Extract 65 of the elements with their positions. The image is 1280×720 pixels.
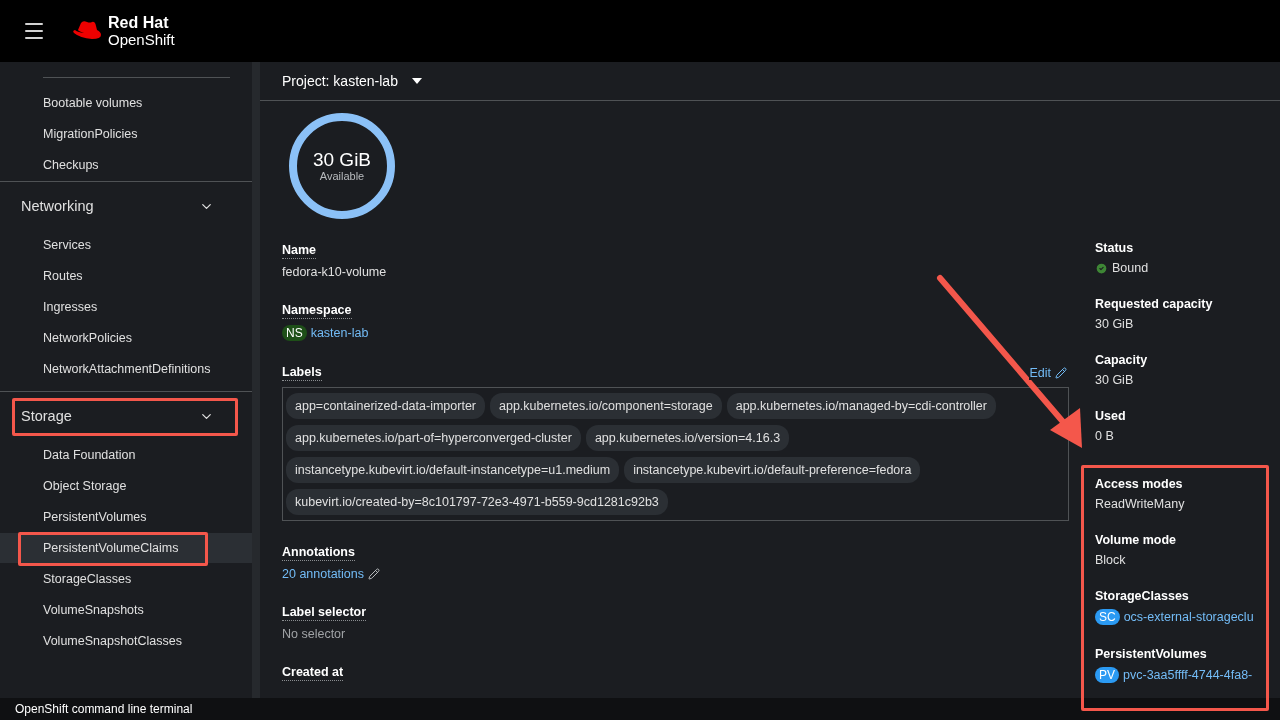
detail-label: Annotations (282, 545, 355, 561)
nav-item[interactable]: MigrationPolicies (0, 119, 252, 149)
label-chip: instancetype.kubevirt.io/default-preference=fedora (624, 457, 921, 483)
edit-link[interactable]: Edit (1029, 366, 1067, 380)
detail-label: Volume mode (1095, 533, 1177, 547)
detail-label: PersistentVolumes (1095, 647, 1207, 661)
caret-icon (411, 78, 422, 84)
detail-value: ReadWriteMany (1095, 497, 1186, 511)
project-selector[interactable]: Project: kasten-lab (282, 73, 422, 89)
hat-logo (72, 20, 102, 42)
nav-item[interactable]: Bootable volumes (0, 88, 252, 118)
detail-label: Name (282, 243, 317, 259)
detail-label: Access modes (1095, 477, 1183, 491)
resource-badge: PV (1095, 667, 1119, 683)
pencil-icon[interactable] (368, 568, 380, 580)
gauge-caption: Available (319, 170, 365, 182)
detail-label: Created at (282, 665, 344, 681)
check-circle-icon (1095, 261, 1108, 275)
detail-value: fedora-k10-volume (282, 265, 388, 279)
label-chip: app.kubernetes.io/version=4.16.3 (585, 425, 790, 451)
nav-item[interactable]: PersistentVolumeClaims (0, 533, 252, 563)
label-chip: app.kubernetes.io/managed-by=cdi-controller (726, 393, 996, 419)
nav-item[interactable]: StorageClasses (0, 564, 252, 594)
resource-badge: NS (282, 325, 307, 341)
nav-item[interactable]: Ingresses (0, 292, 252, 322)
nav-item[interactable]: PersistentVolumes (0, 502, 252, 532)
nav-item[interactable]: Data Foundation (0, 440, 252, 470)
detail-value: 30 GiB (1095, 373, 1135, 387)
resource-link[interactable]: ocs-external-storageclu (1123, 610, 1254, 624)
status-value: Bound (1112, 261, 1149, 275)
detail-label: Labels (282, 365, 322, 381)
nav-item[interactable]: VolumeSnapshotClasses (0, 626, 252, 656)
detail-label: Label selector (282, 605, 367, 621)
nav-item[interactable]: VolumeSnapshots (0, 595, 252, 625)
detail-label: StorageClasses (1095, 589, 1189, 603)
detail-value: No selector (282, 627, 347, 641)
label-chip: app=containerized-data-importer (286, 393, 485, 419)
detail-label: Used (1095, 409, 1126, 423)
annotations-link[interactable]: 20 annotations (282, 567, 364, 581)
label-chip: instancetype.kubevirt.io/default-instancetype=u1.medium (286, 457, 620, 483)
nav-item[interactable]: NetworkPolicies (0, 323, 252, 353)
nav-group-toggle[interactable]: Storage (0, 400, 252, 432)
label-chip: app.kubernetes.io/part-of=hyperconverged-cluster (286, 425, 581, 451)
pencil-icon (1055, 367, 1067, 379)
label-chip: app.kubernetes.io/component=storage (490, 393, 722, 419)
detail-label: Status (1095, 241, 1134, 255)
nav-item[interactable]: NetworkAttachmentDefinitions (0, 354, 252, 384)
resource-link[interactable]: pvc-3aa5ffff-4744-4fa8- (1123, 668, 1253, 682)
nav-group-toggle[interactable]: Networking (0, 190, 252, 222)
nav-item[interactable]: Object Storage (0, 471, 252, 501)
nav-item[interactable]: Checkups (0, 150, 252, 180)
terminal-bar-title[interactable]: OpenShift command line terminal (15, 701, 193, 717)
detail-value: Block (1095, 553, 1127, 567)
gauge-value: 30 GiB (312, 150, 372, 170)
detail-label: Capacity (1095, 353, 1148, 367)
resource-badge: SC (1095, 609, 1120, 625)
detail-value: 30 GiB (1095, 317, 1135, 331)
label-chip: kubevirt.io/created-by=8c101797-72e3-4971-b559-9cd1281c92b3 (286, 489, 668, 515)
detail-value: 0 B (1095, 429, 1115, 443)
nav-item[interactable]: Services (0, 230, 252, 260)
resource-link[interactable]: kasten-lab (310, 326, 369, 340)
detail-label: Namespace (282, 303, 352, 319)
nav-item[interactable]: Routes (0, 261, 252, 291)
detail-label: Requested capacity (1095, 297, 1213, 311)
product-name: Red Hat OpenShift (108, 14, 175, 48)
